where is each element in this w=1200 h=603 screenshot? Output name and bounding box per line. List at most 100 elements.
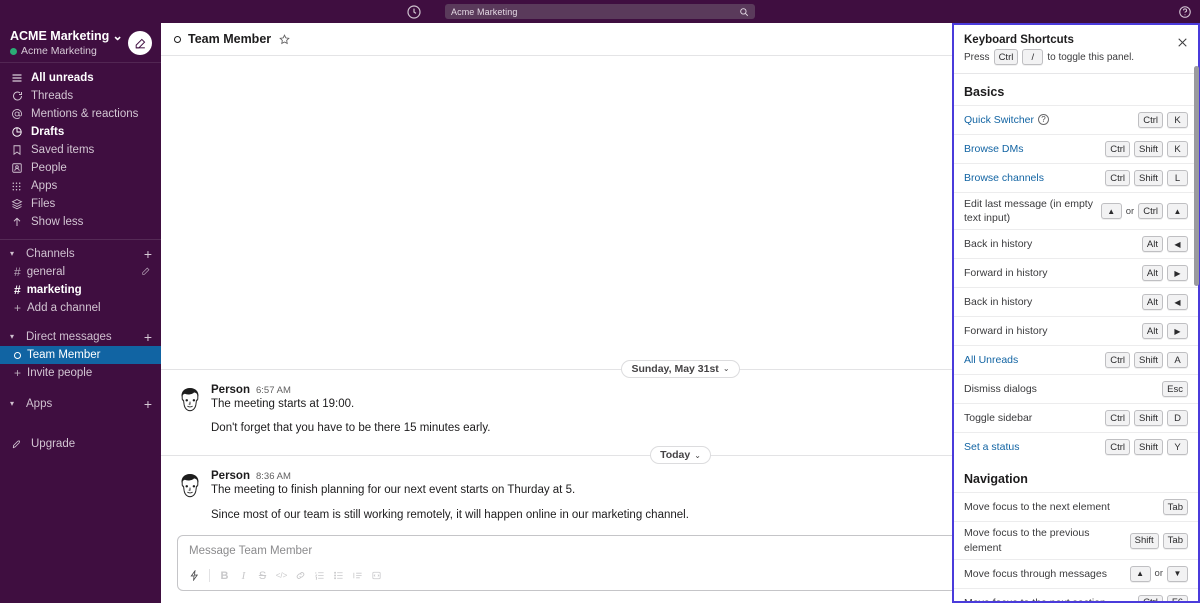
help-circle-icon[interactable] bbox=[1178, 5, 1192, 19]
threads-icon bbox=[10, 90, 23, 102]
add-app-plus-icon[interactable]: + bbox=[144, 397, 152, 411]
kbd-alt: Alt bbox=[1141, 265, 1163, 282]
date-label: Sunday, May 31st bbox=[631, 362, 719, 375]
shortcut-label-text: Set a status bbox=[964, 441, 1020, 454]
code-icon[interactable]: </> bbox=[273, 567, 290, 584]
sidebar-item-apps[interactable]: Apps bbox=[0, 177, 161, 195]
shortcut-row[interactable]: Browse DMs Ctrl Shift K bbox=[954, 134, 1198, 163]
sidebar-label: Apps bbox=[31, 180, 58, 192]
bulleted-list-icon[interactable] bbox=[330, 567, 347, 584]
apps-grid-icon bbox=[10, 181, 23, 192]
shortcut-label[interactable]: Quick Switcher? bbox=[964, 113, 1132, 127]
shortcut-keys: ▲ or ▼ bbox=[1129, 565, 1188, 582]
shortcut-row[interactable]: Set a status Ctrl Shift Y bbox=[954, 432, 1198, 461]
link-icon[interactable] bbox=[292, 567, 309, 584]
sidebar-channel-general[interactable]: # general bbox=[0, 263, 161, 281]
hamburger-icon bbox=[10, 72, 23, 84]
sidebar-add-a-channel[interactable]: + Add a channel bbox=[0, 299, 161, 317]
sidebar-channel-marketing[interactable]: # marketing bbox=[0, 281, 161, 299]
message-author[interactable]: Person bbox=[211, 384, 250, 396]
clock-icon[interactable] bbox=[406, 4, 422, 20]
blockquote-icon[interactable] bbox=[349, 567, 366, 584]
shortcut-label: Move focus to the next element bbox=[964, 500, 1157, 514]
shortcut-row[interactable]: Back in history Alt ◀ bbox=[954, 287, 1198, 316]
ordered-list-icon[interactable] bbox=[311, 567, 328, 584]
shortcut-row[interactable]: Toggle sidebar Ctrl Shift D bbox=[954, 403, 1198, 432]
apps-section-header[interactable]: ▾ Apps + bbox=[0, 394, 161, 413]
shortcut-row[interactable]: Browse channels Ctrl Shift L bbox=[954, 163, 1198, 192]
invite-label: Invite people bbox=[27, 367, 93, 379]
shortcut-row[interactable]: Dismiss dialogs Esc bbox=[954, 374, 1198, 403]
dm-section-header[interactable]: ▾ Direct messages + bbox=[0, 327, 161, 346]
compose-icon[interactable] bbox=[128, 31, 152, 55]
date-pill-button[interactable]: Sunday, May 31st ⌄ bbox=[621, 359, 740, 378]
sidebar-item-show-less[interactable]: Show less bbox=[0, 213, 161, 231]
kbd-ctrl: Ctrl bbox=[1105, 439, 1130, 456]
shortcut-row[interactable]: Back in history Alt ◀ bbox=[954, 229, 1198, 258]
avatar[interactable] bbox=[177, 472, 203, 499]
kbd-slash: / bbox=[1022, 49, 1044, 65]
sidebar-item-drafts[interactable]: Drafts bbox=[0, 123, 161, 141]
sidebar-item-upgrade[interactable]: Upgrade bbox=[0, 435, 161, 453]
search-value: Acme Marketing bbox=[451, 6, 518, 17]
presence-dot-icon bbox=[10, 47, 17, 55]
keyboard-shortcuts-panel: Keyboard Shortcuts Press Ctrl / to toggl… bbox=[952, 23, 1200, 603]
lightning-icon[interactable] bbox=[186, 567, 203, 584]
kbd-arrow: ▶ bbox=[1167, 265, 1188, 282]
shortcut-row[interactable]: Move focus to the next element Tab bbox=[954, 492, 1198, 521]
add-channel-plus-icon[interactable]: + bbox=[144, 247, 152, 261]
sidebar-item-mentions[interactable]: Mentions & reactions bbox=[0, 105, 161, 123]
shortcut-row[interactable]: Move focus through messages ▲ or ▼ bbox=[954, 558, 1198, 588]
close-icon[interactable] bbox=[1176, 36, 1189, 49]
message-author[interactable]: Person bbox=[211, 470, 250, 482]
shortcut-row[interactable]: Quick Switcher? Ctrl K bbox=[954, 105, 1198, 134]
bold-icon[interactable]: B bbox=[216, 567, 233, 584]
kbd-ctrl: Ctrl bbox=[1138, 203, 1163, 220]
sidebar-dm-team-member[interactable]: Team Member bbox=[0, 346, 161, 364]
sidebar-item-saved-items[interactable]: Saved items bbox=[0, 141, 161, 159]
shortcut-keys: CtrlF6 bbox=[1138, 594, 1188, 601]
sidebar-item-people[interactable]: People bbox=[0, 159, 161, 177]
shortcut-label: Forward in history bbox=[964, 266, 1136, 280]
code-block-icon[interactable] bbox=[368, 567, 385, 584]
help-circle-icon[interactable]: ? bbox=[1038, 114, 1050, 126]
shortcut-row[interactable]: Forward in history Alt ▶ bbox=[954, 316, 1198, 345]
kbd-esc: Esc bbox=[1162, 381, 1188, 398]
shortcut-row[interactable]: Move focus to the previous element Shift T… bbox=[954, 521, 1198, 558]
date-pill-button[interactable]: Today ⌄ bbox=[650, 446, 711, 465]
shortcut-label[interactable]: Browse DMs bbox=[964, 142, 1099, 156]
shortcut-row[interactable]: Move focus to the next section CtrlF6 bbox=[954, 587, 1198, 601]
strikethrough-icon[interactable]: S bbox=[254, 567, 271, 584]
drafts-icon bbox=[10, 126, 23, 138]
star-icon[interactable] bbox=[278, 33, 291, 46]
workspace-header[interactable]: ACME Marketing ⌄ Acme Marketing bbox=[0, 23, 161, 63]
pencil-icon[interactable] bbox=[141, 266, 151, 279]
shortcut-row[interactable]: Forward in history Alt ▶ bbox=[954, 258, 1198, 287]
sidebar-item-all-unreads[interactable]: All unreads bbox=[0, 69, 161, 87]
subtitle-prefix: Press bbox=[964, 51, 990, 63]
bookmark-icon bbox=[10, 144, 23, 156]
sidebar-item-files[interactable]: Files bbox=[0, 195, 161, 213]
search-input[interactable]: Acme Marketing bbox=[445, 4, 755, 19]
shortcut-label[interactable]: Set a status bbox=[964, 440, 1099, 454]
shortcut-keys: Ctrl K bbox=[1138, 112, 1188, 128]
shortcut-row[interactable]: Edit last message (in empty text input) ▲… bbox=[954, 192, 1198, 229]
shortcuts-list[interactable]: Basics Quick Switcher? Ctrl K Browse DMs Ctrl… bbox=[954, 74, 1198, 601]
sidebar-label: Show less bbox=[31, 216, 84, 228]
sidebar-invite-people[interactable]: + Invite people bbox=[0, 364, 161, 382]
workspace-switcher[interactable]: ACME Marketing ⌄ bbox=[10, 28, 123, 44]
avatar[interactable] bbox=[177, 385, 203, 412]
shortcut-label-text: Browse channels bbox=[964, 171, 1044, 184]
italic-icon[interactable]: I bbox=[235, 567, 252, 584]
shortcuts-panel-title: Keyboard Shortcuts bbox=[964, 34, 1074, 46]
channels-section-header[interactable]: ▾ Channels + bbox=[0, 244, 161, 263]
new-dm-plus-icon[interactable]: + bbox=[144, 330, 152, 344]
shortcut-label[interactable]: All Unreads bbox=[964, 353, 1099, 367]
page-title[interactable]: Team Member bbox=[188, 32, 271, 46]
shortcut-row[interactable]: All Unreads Ctrl Shift A bbox=[954, 345, 1198, 374]
shortcut-keys: Alt ◀ bbox=[1141, 294, 1188, 311]
message-scrollbar[interactable] bbox=[1194, 66, 1199, 286]
kbd-arrow: ◀ bbox=[1167, 294, 1188, 311]
sidebar-item-threads[interactable]: Threads bbox=[0, 87, 161, 105]
shortcut-label[interactable]: Browse channels bbox=[964, 171, 1099, 185]
